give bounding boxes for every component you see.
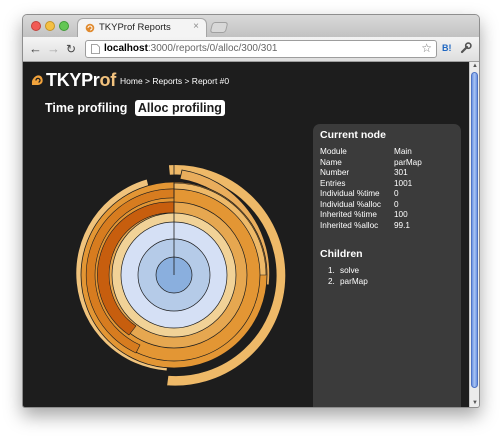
detail-row-name: Name parMap <box>320 158 458 169</box>
detail-label: Number <box>320 168 350 177</box>
detail-row-entries: Entries 1001 <box>320 179 458 190</box>
minimize-window-button[interactable] <box>45 21 55 31</box>
detail-row-inherited-time: Inherited %time 100 <box>320 210 458 221</box>
detail-value: 0 <box>394 199 399 209</box>
detail-value: Main <box>394 147 412 156</box>
url-text[interactable]: localhost:3000/reports/0/alloc/300/301 <box>104 43 277 54</box>
detail-label: Inherited %time <box>320 210 377 219</box>
child-number: 2. <box>328 277 335 286</box>
tab-strip: TKYProf Reports × <box>23 15 479 37</box>
detail-value: 301 <box>394 168 408 177</box>
bookmark-star-icon[interactable]: ☆ <box>421 41 432 55</box>
detail-label: Name <box>320 157 342 167</box>
detail-row-number: Number 301 <box>320 168 458 179</box>
detail-value: parMap <box>394 157 422 167</box>
detail-value: 99.1 <box>394 220 410 230</box>
children-list: 1. solve 2. parMap <box>328 266 368 288</box>
browser-toolbar: ← → ↻ localhost:3000/reports/0/alloc/300… <box>23 37 479 62</box>
tab-title: TKYProf Reports <box>99 22 171 33</box>
child-link[interactable]: solve <box>340 266 359 275</box>
child-link[interactable]: parMap <box>340 277 368 286</box>
vertical-scrollbar[interactable]: ▲ ▼ <box>469 62 479 407</box>
tab-alloc-profiling[interactable]: Alloc profiling <box>134 100 225 116</box>
current-node-panel: Current node Module Main Name parMap Numbe… <box>313 124 461 407</box>
tab-time-profiling[interactable]: Time profiling <box>42 100 130 116</box>
address-bar[interactable]: localhost:3000/reports/0/alloc/300/301 ☆ <box>85 40 437 58</box>
logo-main-text: TKYPr <box>46 70 100 90</box>
tab-close-icon[interactable]: × <box>193 21 199 32</box>
back-arrow-icon[interactable]: ← <box>29 41 42 57</box>
snail-favicon-icon <box>85 23 95 33</box>
detail-label: Individual %time <box>320 189 380 198</box>
node-details: Module Main Name parMap Number 301 Entries 1… <box>320 147 458 231</box>
extension-button[interactable]: B! <box>442 43 452 53</box>
forward-arrow-icon[interactable]: → <box>47 41 60 57</box>
detail-value: 100 <box>394 210 408 219</box>
current-node-title: Current node <box>320 129 386 141</box>
breadcrumb[interactable]: Home > Reports > Report #0 <box>120 76 229 86</box>
page-icon <box>91 44 100 54</box>
child-item[interactable]: 2. parMap <box>328 277 368 288</box>
snail-logo-icon <box>31 75 43 85</box>
detail-label: Entries <box>320 178 346 188</box>
logo-text: TKYProf <box>46 70 116 91</box>
new-tab-button[interactable] <box>209 22 229 33</box>
page-content: TKYProf Home > Reports > Report #0 Time … <box>23 62 469 407</box>
scroll-thumb[interactable] <box>471 72 478 388</box>
detail-row-inherited-alloc: Inherited %alloc 99.1 <box>320 221 458 232</box>
url-host: localhost <box>104 43 148 54</box>
logo-accent-text: of <box>99 70 117 90</box>
detail-label: Inherited %alloc <box>320 220 379 230</box>
detail-value: 1001 <box>394 178 413 188</box>
reload-icon[interactable]: ↻ <box>66 41 76 57</box>
detail-row-individual-alloc: Individual %alloc 0 <box>320 200 458 211</box>
zoom-window-button[interactable] <box>59 21 69 31</box>
close-window-button[interactable] <box>31 21 41 31</box>
browser-tab[interactable]: TKYProf Reports × <box>77 18 207 37</box>
children-title: Children <box>320 248 363 260</box>
child-item[interactable]: 1. solve <box>328 266 368 277</box>
detail-value: 0 <box>394 189 399 198</box>
url-path: :3000/reports/0/alloc/300/301 <box>147 43 278 54</box>
scroll-up-arrow-icon[interactable]: ▲ <box>472 63 478 69</box>
detail-label: Module <box>320 147 347 156</box>
profiling-tabs: Time profiling Alloc profiling <box>42 100 225 116</box>
sunburst-chart[interactable] <box>49 150 299 400</box>
detail-label: Individual %alloc <box>320 199 381 209</box>
wrench-menu-icon[interactable] <box>460 42 472 54</box>
browser-window: TKYProf Reports × ← → ↻ localhost:3000/r… <box>22 14 480 408</box>
scroll-down-arrow-icon[interactable]: ▼ <box>472 400 478 406</box>
detail-row-individual-time: Individual %time 0 <box>320 189 458 200</box>
child-number: 1. <box>328 266 335 275</box>
detail-row-module: Module Main <box>320 147 458 158</box>
